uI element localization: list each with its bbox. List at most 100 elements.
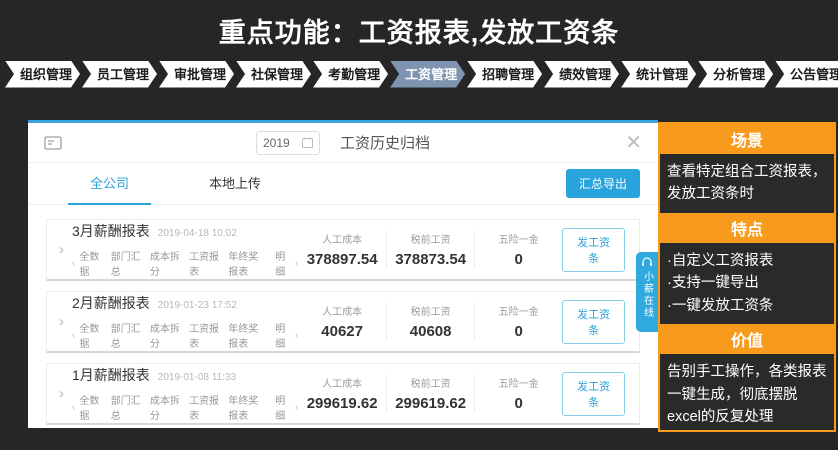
modal-title: 工资历史归档 [340, 132, 430, 153]
year-select[interactable]: 2019 [256, 131, 320, 155]
report-date: 2019-04-18 10:02 [158, 228, 237, 239]
nav-tab[interactable]: 公告管理 [775, 61, 838, 88]
report-row: ›1月薪酬报表2019-01-08 11:33 ‹ 全数据部门汇总成本拆分工资报表年… [46, 363, 640, 425]
modal-tabbar: 全公司 本地上传 汇总导出 [28, 163, 658, 205]
sidebar-section-title: 场景 [660, 124, 834, 154]
report-tag[interactable]: 年终奖报表 [228, 248, 267, 278]
calendar-icon [302, 137, 313, 148]
nav-tab[interactable]: 员工管理 [82, 61, 157, 88]
page-header: 重点功能：工资报表,发放工资条 [0, 0, 838, 60]
module-nav: 组织管理员工管理审批管理社保管理考勤管理工资管理招聘管理绩效管理统计管理分析管理… [0, 60, 838, 88]
report-tags: ‹全数据部门汇总成本拆分工资报表年终奖报表明细› [72, 248, 298, 278]
report-stats: 人工成本40627税前工资 40608五险一金 0 [298, 303, 562, 340]
support-chat-label: 小薪在线 [640, 271, 655, 319]
sidebar-section-title: 特点 [660, 213, 834, 243]
report-title-line: 3月薪酬报表 2019-04-18 10:02 [72, 221, 298, 241]
stat-column: 五险一金 0 [474, 231, 562, 268]
report-list: ›3月薪酬报表2019-04-18 10:02‹全数据部门汇总成本拆分工资报表年… [28, 205, 658, 425]
salary-archive-modal: 2019 工资历史归档 ✕ 全公司本地上传 汇总导出 ›3月薪酬报表2019-0… [28, 120, 658, 428]
year-value: 2019 [263, 136, 290, 150]
send-payslip-button[interactable]: 发工资条 [562, 228, 625, 272]
report-tag[interactable]: 工资报表 [189, 320, 220, 350]
report-tag[interactable]: 年终奖报表 [228, 392, 267, 422]
report-tag[interactable]: 明细 [275, 320, 291, 350]
stat-column: 人工成本 378897.54 [298, 231, 386, 268]
nav-tab[interactable]: 工资管理 [390, 61, 465, 88]
nav-tab[interactable]: 统计管理 [621, 61, 696, 88]
report-tag[interactable]: 成本拆分 [150, 248, 181, 278]
report-title-line: 2月薪酬报表 2019-01-23 17:52 [72, 293, 298, 313]
sidebar-list-item: ·自定义工资报表 [667, 250, 827, 272]
sidebar-section-content: 查看特定组合工资报表，发放工资条时 [660, 154, 834, 213]
modal-tab[interactable]: 本地上传 [195, 163, 275, 205]
stat-value: 299619.62 [298, 395, 386, 412]
tags-scroll-left-icon[interactable]: ‹ [72, 258, 75, 269]
sidebar-section-content: 告别手工操作，各类报表一键生成，彻底摆脱excel的反复处理 [660, 354, 834, 435]
stat-value: 40627 [298, 323, 386, 340]
stat-column: 五险一金0 [474, 375, 562, 412]
stat-label: 人工成本 [298, 375, 386, 390]
stat-value: 0 [475, 323, 562, 340]
modal-header-center: 2019 工资历史归档 [28, 131, 658, 155]
report-info: 1月薪酬报表2019-01-08 11:33 ‹ 全数据部门汇总成本拆分工资报表年终… [72, 365, 298, 422]
nav-tab[interactable]: 社保管理 [236, 61, 311, 88]
expand-chevron-icon[interactable]: › [47, 385, 72, 402]
report-tag[interactable]: 成本拆分 [150, 320, 181, 350]
tags-scroll-left-icon[interactable]: ‹ [72, 330, 75, 341]
send-payslip-button[interactable]: 发工资条 [562, 300, 625, 344]
modal-tab[interactable]: 全公司 [76, 163, 143, 205]
report-tag[interactable]: 部门汇总 [111, 392, 142, 422]
nav-tab[interactable]: 绩效管理 [544, 61, 619, 88]
stat-column: 人工成本40627 [298, 303, 386, 340]
stat-label: 五险一金 [475, 303, 562, 318]
report-stats: 人工成本299619.62税前工资299619.62五险一金0 [298, 375, 562, 412]
stat-column: 税前工资299619.62 [386, 375, 474, 412]
report-title: 1月薪酬报表 [72, 367, 150, 383]
stat-label: 五险一金 [475, 375, 562, 390]
nav-tab[interactable]: 考勤管理 [313, 61, 388, 88]
modal-header: 2019 工资历史归档 ✕ [28, 123, 658, 163]
close-icon[interactable]: ✕ [625, 133, 642, 153]
report-tag[interactable]: 部门汇总 [111, 248, 142, 278]
stat-value: 378897.54 [298, 251, 386, 268]
support-chat-tab[interactable]: 小薪在线 [636, 252, 658, 332]
sidebar-list-item: ·支持一键导出 [667, 272, 827, 294]
sidebar-list-item: ·一键发放工资条 [667, 295, 827, 317]
report-title-line: 1月薪酬报表2019-01-08 11:33 [72, 365, 298, 385]
tags-scroll-left-icon[interactable]: ‹ [72, 402, 75, 413]
stat-label: 税前工资 [387, 231, 474, 246]
report-title: 3月薪酬报表 [72, 223, 150, 239]
report-tag[interactable]: 全数据 [79, 248, 102, 278]
stat-column: 人工成本 299619.62 [298, 375, 386, 412]
stat-label: 税前工资 [387, 303, 474, 318]
stat-column: 税前工资 40608 [386, 303, 474, 340]
report-tag[interactable]: 部门汇总 [111, 320, 142, 350]
report-tag[interactable]: 年终奖报表 [228, 320, 267, 350]
send-payslip-button[interactable]: 发工资条 [562, 372, 625, 416]
expand-chevron-icon[interactable]: › [47, 241, 72, 258]
stat-value: 0 [475, 251, 562, 268]
report-tag[interactable]: 明细 [275, 392, 291, 422]
stat-value: 299619.62 [387, 395, 474, 412]
stat-label: 五险一金 [475, 231, 562, 246]
report-date: 2019-01-23 17:52 [158, 300, 237, 311]
report-tag[interactable]: 明细 [275, 248, 291, 278]
stat-label: 人工成本 [298, 231, 386, 246]
report-tag[interactable]: 全数据 [79, 320, 102, 350]
nav-tab[interactable]: 审批管理 [159, 61, 234, 88]
report-tag[interactable]: 成本拆分 [150, 392, 181, 422]
export-summary-button[interactable]: 汇总导出 [566, 169, 640, 198]
nav-tab[interactable]: 分析管理 [698, 61, 773, 88]
report-row: ›2月薪酬报表 2019-01-23 17:52 ‹ 全数据部门汇总成本拆分工资报表年… [46, 291, 640, 353]
report-tag[interactable]: 工资报表 [189, 392, 220, 422]
nav-tab[interactable]: 招聘管理 [467, 61, 542, 88]
stat-value: 40608 [387, 323, 474, 340]
expand-chevron-icon[interactable]: › [47, 313, 72, 330]
report-tags: ‹全数据部门汇总成本拆分工资报表年终奖报表明细› [72, 320, 298, 350]
nav-tab[interactable]: 组织管理 [5, 61, 80, 88]
archive-card-icon [44, 135, 62, 151]
report-info: 2月薪酬报表 2019-01-23 17:52 ‹ 全数据部门汇总成本拆分工资报表年终… [72, 293, 298, 350]
report-tag[interactable]: 全数据 [79, 392, 102, 422]
report-tag[interactable]: 工资报表 [189, 248, 220, 278]
report-title: 2月薪酬报表 [72, 295, 150, 311]
